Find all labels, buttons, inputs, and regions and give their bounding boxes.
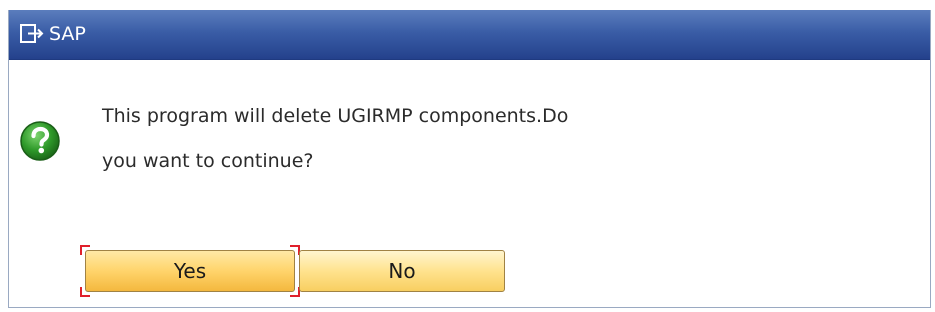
confirmation-dialog: SAP This program will delete UGIRMP comp…: [8, 10, 931, 308]
yes-button[interactable]: Yes: [85, 250, 295, 292]
exit-door-icon: [19, 23, 45, 45]
dialog-titlebar: SAP: [9, 10, 930, 60]
dialog-title: SAP: [49, 23, 86, 45]
message-line: This program will delete UGIRMP componen…: [102, 105, 569, 127]
no-button[interactable]: No: [299, 250, 505, 292]
question-icon: [19, 120, 61, 162]
dialog-message: This program will delete UGIRMP componen…: [102, 94, 702, 184]
message-line: you want to continue?: [102, 150, 314, 172]
